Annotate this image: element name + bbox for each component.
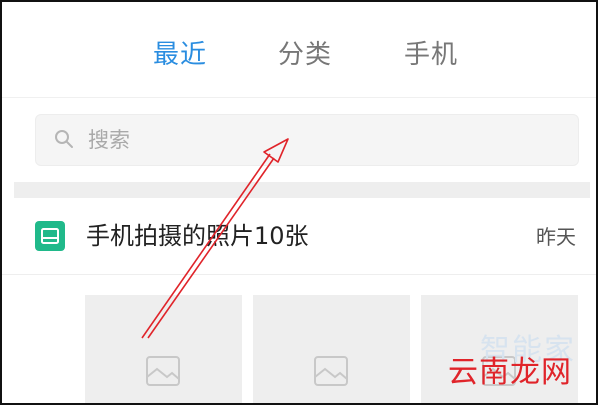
app-frame: 最近 分类 手机 搜索 手机拍摄的照片10张 昨天 智能家 云南龙网	[0, 0, 598, 405]
tab-phone[interactable]: 手机	[404, 38, 458, 72]
image-placeholder-icon	[146, 356, 180, 386]
tab-recent[interactable]: 最近	[153, 38, 207, 72]
album-date: 昨天	[536, 225, 576, 249]
search-placeholder: 搜索	[88, 128, 130, 152]
watermark: 智能家 云南龙网	[436, 333, 576, 395]
watermark-text-bottom: 云南龙网	[448, 355, 572, 390]
album-icon	[35, 221, 65, 251]
album-title: 手机拍摄的照片10张	[86, 222, 309, 250]
tab-bar: 最近 分类 手机	[2, 2, 596, 98]
tab-category[interactable]: 分类	[278, 38, 332, 72]
search-icon	[55, 130, 73, 148]
photo-thumbnail[interactable]	[85, 295, 242, 403]
section-divider	[14, 182, 590, 198]
search-input[interactable]: 搜索	[35, 114, 579, 166]
image-placeholder-icon	[314, 356, 348, 386]
photo-thumbnail[interactable]	[253, 295, 410, 403]
